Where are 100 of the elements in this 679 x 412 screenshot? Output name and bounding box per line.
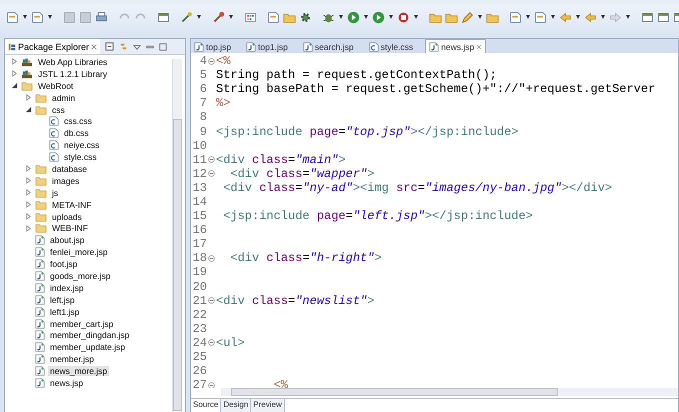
expand-arrow-icon[interactable] [25,224,32,232]
collapse-arrow-icon[interactable] [25,106,32,113]
tree-item[interactable]: left1.jsp [48,306,82,317]
tree-item[interactable]: META-INF [50,200,94,210]
caret-icon[interactable] [477,15,483,19]
scrollbar[interactable] [172,59,182,412]
caret-icon[interactable] [575,15,581,19]
fold-marker-icon[interactable] [208,58,215,65]
editor-mode-tab[interactable]: Design [221,399,252,412]
tree-item[interactable]: admin [50,92,78,103]
tree-item[interactable]: WEB-INF [50,223,90,234]
tree-item[interactable]: index.jsp [48,282,86,293]
tree-item[interactable]: member_update.jsp [48,342,128,352]
line-number: 26 [192,364,207,378]
tree-item[interactable]: neiye.css [62,140,102,150]
tree-item[interactable]: database [50,164,89,174]
layout-icon[interactable] [641,10,654,24]
expand-arrow-icon[interactable] [25,165,32,172]
document-icon[interactable] [31,10,44,24]
collapse-arrow-icon[interactable] [11,82,18,90]
document-icon[interactable] [534,10,547,24]
editor-tab[interactable]: news.jsp × [425,39,486,53]
editor-tab[interactable]: style.css [366,40,426,53]
scroll-thumb[interactable] [231,388,558,396]
tree-item[interactable]: fenlei_more.jsp [48,247,110,258]
tree-item[interactable]: js [50,188,60,198]
tree-item[interactable]: foot.jsp [48,259,80,270]
caret-icon[interactable] [388,15,394,19]
table-icon[interactable] [244,10,257,24]
document-icon[interactable] [509,10,522,24]
scrollbar[interactable] [221,388,678,396]
caret-icon[interactable] [550,15,556,19]
run-icon[interactable] [372,10,385,24]
editor-mode-tab[interactable]: Preview [251,399,285,412]
tree-item[interactable]: news.jsp [48,378,86,388]
tree-item[interactable]: member.jsp [48,354,96,364]
fold-marker-icon[interactable] [208,297,215,304]
tree-item[interactable]: news_more.jsp [48,366,110,376]
tree-item[interactable]: css.css [62,116,94,126]
close-icon[interactable]: × [476,42,482,52]
caret-icon[interactable] [47,15,53,19]
wand-icon[interactable] [180,10,193,24]
expand-arrow-icon[interactable] [25,213,32,220]
maximize-icon[interactable] [159,42,168,50]
tree-item[interactable]: Web App Libraries [36,56,110,67]
expand-arrow-icon[interactable] [25,189,32,196]
gear-icon[interactable] [299,10,312,24]
expand-arrow-icon[interactable] [25,201,32,208]
run-icon[interactable] [347,10,360,24]
document-icon[interactable] [267,10,280,24]
scroll-thumb[interactable] [173,119,182,411]
view-tab[interactable]: Package Explorer [5,39,100,54]
caret-icon[interactable] [525,15,531,19]
line-number: 14 [192,194,207,209]
fold-marker-icon[interactable] [208,254,215,262]
tree-item[interactable]: about.jsp [48,235,86,246]
caret-icon[interactable] [363,15,369,19]
document-icon[interactable] [6,10,19,24]
stop-icon[interactable] [397,10,410,24]
brush-icon[interactable] [212,10,225,24]
tree-item[interactable]: uploads [50,212,84,222]
editor-mode-tab[interactable]: Source [191,399,222,412]
editor-tab[interactable]: top1.jsp [243,40,300,53]
tree-item[interactable]: style.css [62,152,99,162]
tree-item[interactable]: left.jsp [48,294,77,305]
tree-item[interactable]: WebRoot [36,80,76,91]
tree-item[interactable]: images [50,176,82,186]
tree-item[interactable]: member_dingdan.jsp [48,330,132,340]
tree-item[interactable]: goods_more.jsp [48,270,112,281]
caret-icon[interactable] [600,15,606,19]
line-number: 23 [192,322,207,336]
dropdown-icon[interactable] [133,42,142,50]
caret-icon[interactable] [338,15,344,19]
collapse-all-icon[interactable] [105,42,114,51]
caret-icon[interactable] [413,15,419,19]
expand-arrow-icon[interactable] [25,94,32,102]
caret-icon[interactable] [228,15,234,19]
tree-item[interactable]: db.css [62,128,91,138]
close-icon[interactable] [91,44,98,50]
link-icon[interactable] [119,42,128,51]
fold-marker-icon[interactable] [208,382,215,388]
caret-icon[interactable] [625,15,631,19]
expand-arrow-icon[interactable] [11,70,18,78]
expand-arrow-icon[interactable] [25,177,32,184]
tree-item[interactable]: css [50,104,67,114]
fold-marker-icon[interactable] [208,156,215,164]
caret-icon[interactable] [22,15,28,19]
pencil-icon[interactable] [461,10,474,24]
layout-icon[interactable] [157,10,170,24]
caret-icon[interactable] [196,15,202,19]
tree-item[interactable]: member_cart.jsp [48,318,116,329]
expand-arrow-icon[interactable] [11,58,18,66]
fold-marker-icon[interactable] [208,170,215,178]
printer-icon[interactable] [95,10,108,24]
editor-tab[interactable]: search.jsp [300,40,366,53]
code-line: <ul> [216,336,245,350]
fold-marker-icon[interactable] [208,339,215,346]
editor-tab[interactable]: top.jsp [191,40,244,53]
layout-icon[interactable] [657,10,670,24]
tree-item[interactable]: JSTL 1.2.1 Library [36,68,110,79]
